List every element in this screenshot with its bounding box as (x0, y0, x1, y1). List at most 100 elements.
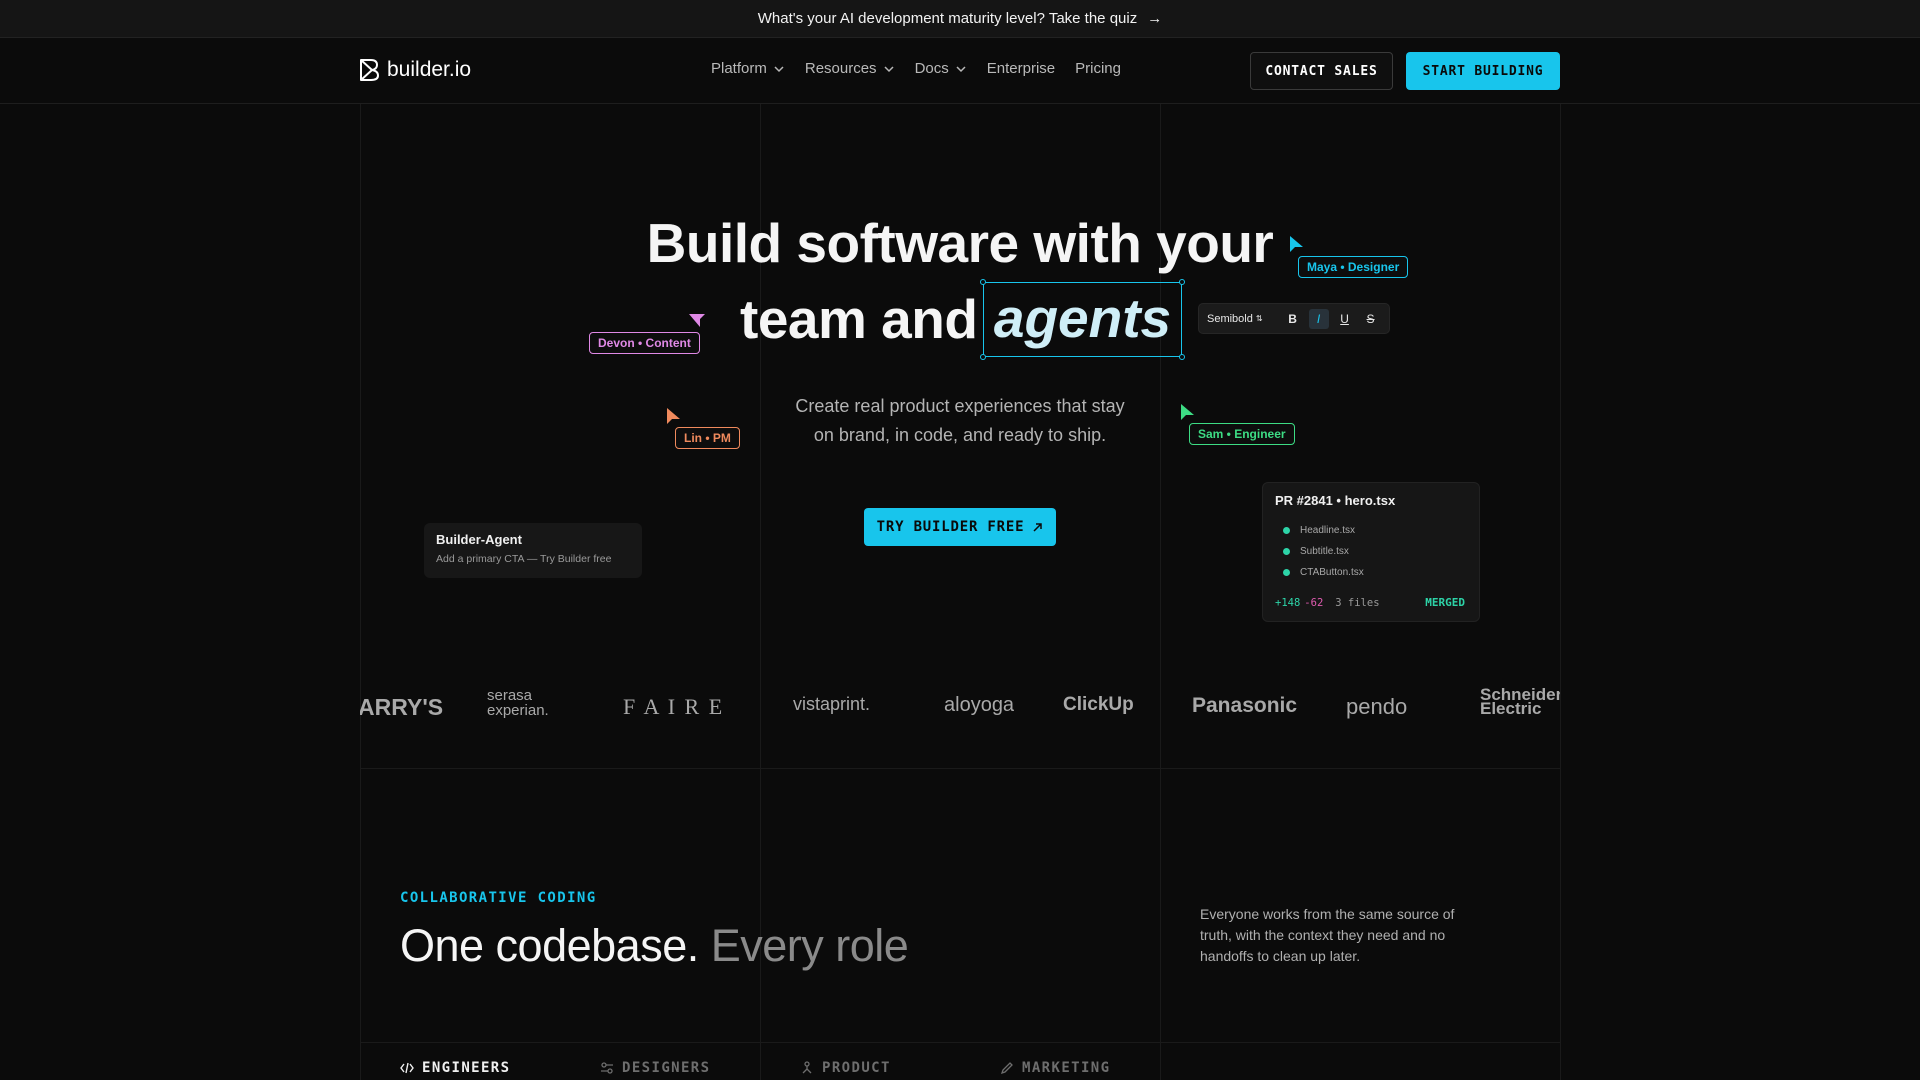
hero-highlight-word: agents (993, 287, 1172, 349)
section-eyebrow: COLLABORATIVE CODING (400, 890, 597, 906)
pr-file-count: 3 files (1335, 596, 1380, 609)
nav-label: Enterprise (986, 60, 1056, 77)
arrow-up-right-icon (1033, 522, 1043, 532)
grid-line (360, 768, 1560, 769)
chevron-down-icon (774, 65, 784, 72)
customer-logo-serasa: serasa experian. (487, 687, 549, 719)
builder-logo-icon (360, 59, 379, 81)
contact-sales-button[interactable]: CONTACT SALES (1250, 52, 1393, 90)
pr-additions: +148 (1275, 596, 1301, 609)
format-toolbar: Semibold ⇅ B I U S (1198, 303, 1390, 334)
nav-docs[interactable]: Docs (915, 60, 967, 77)
section-title-strong: One codebase. (400, 920, 699, 971)
nav-enterprise[interactable]: Enterprise (987, 60, 1055, 77)
main-nav: Platform Resources Docs Enterprise Prici… (711, 60, 1121, 77)
site-header: builder.io Platform Resources Docs Enter… (0, 38, 1920, 104)
section-description: Everyone works from the same source of t… (1200, 906, 1455, 964)
tab-label: DESIGNERS (622, 1060, 711, 1076)
announcement-text[interactable]: What's your AI development maturity leve… (758, 10, 1137, 27)
cursor-arrow-icon (1181, 404, 1194, 420)
select-arrows-icon: ⇅ (1255, 313, 1263, 323)
status-dot-icon (1283, 569, 1290, 576)
tab-designers[interactable]: DESIGNERS (600, 1060, 800, 1076)
pr-card-title: PR #2841 • hero.tsx (1275, 493, 1396, 508)
italic-button[interactable]: I (1308, 308, 1329, 329)
hero-title-prefix: team and (740, 288, 978, 350)
pr-file-name: CTAButton.tsx (1300, 567, 1364, 578)
grid-line (360, 104, 361, 1080)
collaborator-tag-sam: Sam • Engineer (1189, 423, 1295, 445)
section-title-muted: Every role (710, 920, 909, 971)
section-title: One codebase. Every role (400, 920, 909, 972)
product-icon (802, 1061, 812, 1074)
pr-status-badge: MERGED (1425, 596, 1465, 609)
nav-platform[interactable]: Platform (711, 60, 785, 77)
agent-card-title: Builder-Agent (436, 532, 522, 547)
hero-subtitle: Create real product experiences that sta… (760, 392, 1160, 450)
pr-file-name: Subtitle.tsx (1300, 546, 1349, 557)
strikethrough-button[interactable]: S (1361, 309, 1381, 329)
pr-file-name: Headline.tsx (1300, 525, 1356, 536)
announcement-bar[interactable]: What's your AI development maturity leve… (0, 0, 1920, 38)
hero-subtitle-line1: Create real product experiences that sta… (795, 396, 1125, 416)
builder-logo[interactable]: builder.io (358, 58, 471, 82)
pr-file-item: Headline.tsx (1275, 520, 1467, 541)
collaborator-tag-lin: Lin • PM (675, 427, 740, 449)
customer-logo-harrys: ARRY'S (360, 694, 444, 720)
bold-button[interactable]: B (1283, 309, 1303, 329)
nav-resources[interactable]: Resources (805, 60, 895, 77)
selection-handle[interactable] (1179, 354, 1185, 360)
try-builder-label: TRY BUILDER FREE (876, 519, 1025, 535)
tab-label: MARKETING (1022, 1060, 1111, 1076)
status-dot-icon (1283, 527, 1290, 534)
customer-logo-panasonic: Panasonic (1192, 694, 1298, 717)
grid-line (360, 1042, 1560, 1043)
pr-card-footer: +148 -62 3 files MERGED (1275, 596, 1465, 609)
font-weight-select[interactable]: Semibold ⇅ (1207, 313, 1263, 325)
logo-text: builder.io (387, 58, 472, 81)
nav-label: Pricing (1075, 60, 1121, 77)
customer-logo-aloyoga: aloyoga (944, 694, 1015, 716)
try-builder-free-button[interactable]: TRY BUILDER FREE (864, 508, 1056, 546)
hero-subtitle-line2: on brand, in code, and ready to ship. (813, 425, 1107, 445)
nav-label: Resources (804, 60, 877, 77)
customer-logos-strip: ARRY'S serasa experian. F A I R E vistap… (360, 686, 1560, 734)
selection-handle[interactable] (980, 354, 986, 360)
font-weight-label: Semibold (1207, 312, 1253, 325)
nav-label: Docs (914, 60, 949, 77)
chevron-down-icon (884, 65, 894, 72)
pr-file-item: Subtitle.tsx (1275, 541, 1467, 562)
pull-request-card: PR #2841 • hero.tsx Headline.tsx Subtitl… (1262, 482, 1480, 622)
chevron-down-icon (956, 65, 966, 72)
code-icon (400, 1062, 414, 1074)
nav-label: Platform (711, 60, 767, 77)
pr-deletions: -62 (1304, 596, 1324, 609)
tab-product[interactable]: PRODUCT (800, 1060, 1000, 1076)
collaborator-tag-maya: Maya • Designer (1298, 256, 1409, 278)
nav-pricing[interactable]: Pricing (1075, 60, 1121, 77)
customer-logo-pendo: pendo (1346, 694, 1408, 719)
start-building-button[interactable]: START BUILDING (1406, 52, 1560, 90)
tab-marketing[interactable]: MARKETING (1000, 1060, 1200, 1076)
customer-logo-schneider: Schneider Electric (1480, 686, 1560, 718)
underline-button[interactable]: U (1335, 309, 1355, 329)
customer-logo-vistaprint: vistaprint. (793, 694, 871, 714)
pen-icon (1000, 1062, 1013, 1075)
design-icon (601, 1062, 613, 1074)
agent-card-message: Add a primary CTA — Try Builder free (436, 553, 612, 565)
selection-handle[interactable] (1179, 279, 1185, 285)
role-tabs: ENGINEERS DESIGNERS PRODUCT MARKETING (400, 1060, 1200, 1076)
status-dot-icon (1283, 548, 1290, 555)
agent-message-card: Builder-Agent Add a primary CTA — Try Bu… (424, 523, 642, 578)
collaborator-tag-devon: Devon • Content (589, 332, 700, 354)
tab-label: PRODUCT (822, 1060, 891, 1076)
customer-logo-faire: F A I R E (623, 694, 725, 719)
selection-handle[interactable] (980, 279, 986, 285)
cursor-arrow-icon (1290, 236, 1303, 252)
hero-title-line1: Build software with your (646, 212, 1274, 274)
tab-label: ENGINEERS (422, 1060, 511, 1076)
arrow-right-icon: → (1147, 10, 1163, 27)
pr-file-item: CTAButton.tsx (1275, 562, 1467, 583)
tab-engineers[interactable]: ENGINEERS (400, 1060, 600, 1076)
customer-logo-clickup: ClickUp (1063, 694, 1134, 715)
